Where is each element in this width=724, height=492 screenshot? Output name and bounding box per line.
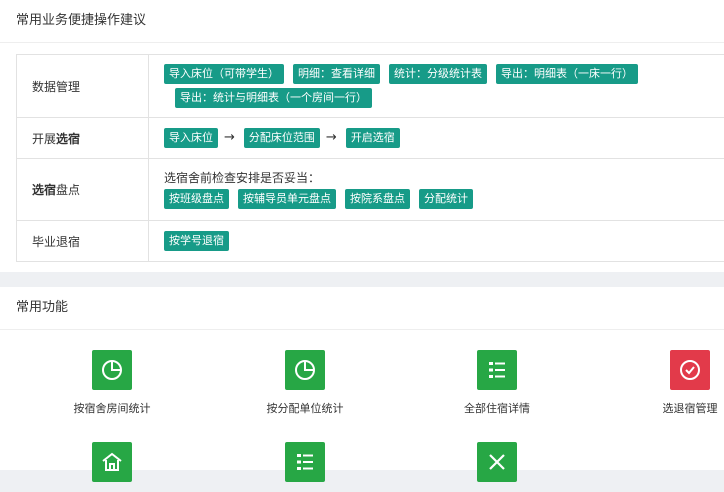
row-content: 按学号退宿	[149, 221, 724, 262]
check-note: 选宿舍前检查安排是否妥当：	[164, 169, 721, 187]
func-selection-management[interactable]: 选退宿管理	[620, 350, 724, 416]
arrow-right-icon: →	[326, 130, 337, 145]
row-label-pre: 开展	[32, 132, 56, 146]
check-by-class-button[interactable]: 按班级盘点	[164, 189, 229, 209]
row-content: 导入床位（可带学生） 明细：查看详细统计：分级统计表导出：明细表（一床一行） 导出：…	[149, 55, 724, 118]
func-label: 选退宿管理	[620, 400, 724, 416]
close-icon	[477, 442, 517, 482]
common-functions-panel: 常用功能 按宿舍房间统计 按分配单位统计 全部住宿详情 选退宿管理	[0, 287, 724, 470]
row-label-post: 盘点	[56, 183, 80, 197]
func-close[interactable]	[427, 442, 567, 492]
step-import-beds-button[interactable]: 导入床位	[164, 128, 218, 148]
list-icon	[285, 442, 325, 482]
row-label: 开展选宿	[17, 118, 149, 159]
export-detail-button[interactable]: 导出：明细表（一床一行）	[496, 64, 638, 84]
check-circle-icon	[670, 350, 710, 390]
checkout-by-id-button[interactable]: 按学号退宿	[164, 231, 229, 251]
row-label: 毕业退宿	[17, 221, 149, 262]
pie-chart-icon	[285, 350, 325, 390]
row-graduation-checkout: 毕业退宿 按学号退宿	[17, 221, 724, 262]
step-assign-range-button[interactable]: 分配床位范围	[244, 128, 320, 148]
row-data-management: 数据管理 导入床位（可带学生） 明细：查看详细统计：分级统计表导出：明细表（一床一…	[17, 55, 724, 118]
assign-stats-button[interactable]: 分配统计	[419, 189, 473, 209]
step-open-selection-button[interactable]: 开启选宿	[346, 128, 400, 148]
detail-view-button[interactable]: 明细：查看详细	[293, 64, 380, 84]
func-list[interactable]	[235, 442, 375, 492]
row-label: 选宿盘点	[17, 159, 149, 221]
export-stats-detail-button[interactable]: 导出：统计与明细表（一个房间一行）	[175, 88, 372, 108]
common-functions-title: 常用功能	[0, 287, 724, 330]
list-icon	[477, 350, 517, 390]
row-start-selection: 开展选宿 导入床位 → 分配床位范围 → 开启选宿	[17, 118, 724, 159]
row-label-bold: 选宿	[56, 132, 80, 146]
row-selection-check: 选宿盘点 选宿舍前检查安排是否妥当： 按班级盘点按辅导员单元盘点按院系盘点分配统…	[17, 159, 724, 221]
func-label: 按宿舍房间统计	[42, 400, 182, 416]
quick-ops-title: 常用业务便捷操作建议	[0, 0, 724, 43]
check-by-counselor-button[interactable]: 按辅导员单元盘点	[238, 189, 336, 209]
pie-chart-icon	[92, 350, 132, 390]
func-label: 全部住宿详情	[427, 400, 567, 416]
function-grid: 按宿舍房间统计 按分配单位统计 全部住宿详情 选退宿管理	[0, 350, 724, 480]
func-room-stats[interactable]: 按宿舍房间统计	[42, 350, 182, 416]
quick-ops-panel: 常用业务便捷操作建议 数据管理 导入床位（可带学生） 明细：查看详细统计：分级统计…	[0, 0, 724, 272]
home-icon	[92, 442, 132, 482]
arrow-right-icon: →	[224, 130, 235, 145]
row-content: 导入床位 → 分配床位范围 → 开启选宿	[149, 118, 724, 159]
check-by-college-button[interactable]: 按院系盘点	[345, 189, 410, 209]
func-unit-stats[interactable]: 按分配单位统计	[235, 350, 375, 416]
import-beds-button[interactable]: 导入床位（可带学生）	[164, 64, 284, 84]
row-label-bold: 选宿	[32, 183, 56, 197]
stats-tiered-button[interactable]: 统计：分级统计表	[389, 64, 487, 84]
func-all-details[interactable]: 全部住宿详情	[427, 350, 567, 416]
func-label: 按分配单位统计	[235, 400, 375, 416]
row-content: 选宿舍前检查安排是否妥当： 按班级盘点按辅导员单元盘点按院系盘点分配统计	[149, 159, 724, 221]
func-home[interactable]	[42, 442, 182, 492]
row-label: 数据管理	[17, 55, 149, 118]
quick-ops-table: 数据管理 导入床位（可带学生） 明细：查看详细统计：分级统计表导出：明细表（一床一…	[16, 54, 724, 262]
